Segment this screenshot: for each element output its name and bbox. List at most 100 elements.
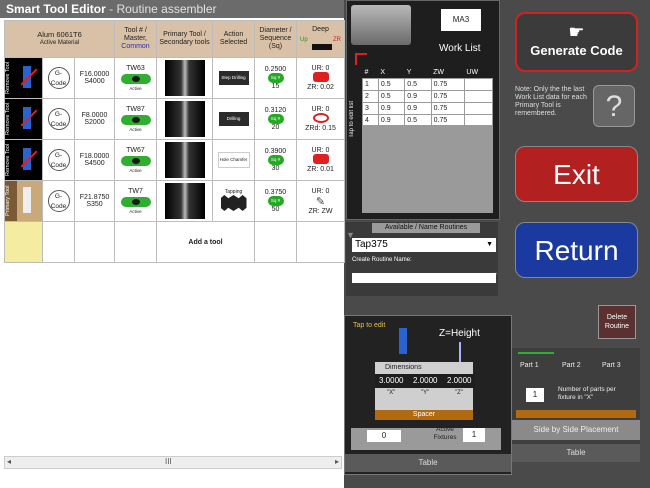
gcode-button[interactable]: G-Code bbox=[47, 149, 70, 171]
side-cell[interactable]: Remove Tool bbox=[4, 98, 43, 140]
active-toggle[interactable] bbox=[120, 74, 151, 84]
remove-tool-icon[interactable]: Remove Tool bbox=[5, 58, 42, 98]
remove-tool-icon[interactable]: Remove Tool bbox=[5, 140, 42, 180]
add-tool-button[interactable]: Add a tool bbox=[156, 221, 255, 263]
side-cell[interactable]: Remove Tool bbox=[4, 57, 43, 99]
diameter-cell[interactable]: 0.2500 Sq #15 bbox=[254, 57, 297, 99]
generate-code-button[interactable]: ☛ Generate Code bbox=[515, 12, 638, 72]
z-height-label: Z=Height bbox=[439, 328, 480, 339]
deep-cell[interactable]: UR: 0 ZR: 0.01 bbox=[296, 139, 345, 181]
action-badge[interactable]: Hole Chamfer bbox=[217, 152, 250, 168]
active-toggle[interactable] bbox=[120, 115, 151, 125]
diameter-value: 0.3120 bbox=[264, 107, 287, 114]
dim-z-value[interactable]: 2.0000 bbox=[447, 376, 471, 385]
primary-tool-cell[interactable] bbox=[156, 180, 213, 222]
empty-cell bbox=[74, 221, 115, 263]
material-cell[interactable]: Alum 6061T6 Active Material bbox=[4, 20, 115, 58]
diameter-cell[interactable]: 0.3750 Sq #50 bbox=[254, 180, 297, 222]
return-button[interactable]: Return bbox=[515, 222, 638, 278]
gcode-cell[interactable]: G-Code bbox=[42, 180, 75, 222]
side-cell[interactable]: Primary Tool bbox=[4, 180, 43, 222]
part-3-label: Part 3 bbox=[602, 362, 621, 369]
work-list-table[interactable]: # X Y ZW UW 1 0.5 0.5 0.75 2 0.5 0.9 0.75 3 0.9… bbox=[362, 67, 494, 127]
remove-tool-icon[interactable]: Remove Tool bbox=[5, 99, 42, 139]
tool-number: TW67 bbox=[126, 147, 145, 154]
deep-cell[interactable]: UR: 0 ✎ ZR: ZW bbox=[296, 180, 345, 222]
routine-select[interactable]: Tap375 ▼ bbox=[352, 238, 496, 252]
gcode-cell[interactable]: G-Code bbox=[42, 57, 75, 99]
action-badge[interactable]: Step Drilling bbox=[218, 71, 249, 85]
sequence-badge[interactable]: Sq # bbox=[267, 73, 284, 83]
tool-row-2[interactable]: Remove Tool G-Code F8.0000 S2000 TW87 Acti… bbox=[4, 98, 345, 140]
diameter-cell[interactable]: 0.3900 Sq #30 bbox=[254, 139, 297, 181]
tool-number-cell[interactable]: TW67 Active bbox=[114, 139, 157, 181]
sequence-badge[interactable]: Sq # bbox=[267, 114, 284, 124]
routine-panel: Available / Name Routines ▼ ▼ Tap375 ▼ C… bbox=[346, 222, 499, 296]
scroll-thumb[interactable]: III bbox=[165, 457, 172, 466]
delete-routine-button[interactable]: Delete Routine bbox=[598, 305, 636, 339]
exit-button[interactable]: Exit bbox=[515, 146, 638, 202]
side-label: Remove Tool bbox=[5, 144, 12, 176]
tool-number-cell[interactable]: TW7 Active bbox=[114, 180, 157, 222]
spacer-value-input[interactable]: 0 bbox=[367, 430, 401, 442]
placement-panel[interactable]: Part 1 Part 2 Part 3 1 Number of parts p… bbox=[512, 348, 640, 462]
side-by-side-label: Side by Side Placement bbox=[512, 420, 640, 440]
tool-number: TW87 bbox=[126, 106, 145, 113]
scroll-left-icon[interactable]: ◂ bbox=[7, 457, 11, 466]
gcode-button[interactable]: G-Code bbox=[47, 190, 70, 212]
diameter-value: 0.3900 bbox=[264, 148, 287, 155]
gcode-cell[interactable]: G-Code bbox=[42, 139, 75, 181]
deep-zr-label: ZR bbox=[333, 37, 341, 43]
work-list-row[interactable]: 2 0.5 0.9 0.75 bbox=[362, 90, 494, 103]
deep-up-label: Up bbox=[300, 37, 308, 43]
diameter-cell[interactable]: 0.3120 Sq #20 bbox=[254, 98, 297, 140]
tool-table: Alum 6061T6 Active Material Tool # / Mas… bbox=[4, 20, 345, 263]
tool-number-cell[interactable]: TW63 Active bbox=[114, 57, 157, 99]
work-list-row[interactable]: 1 0.5 0.5 0.75 bbox=[362, 78, 494, 91]
gcode-cell[interactable]: G-Code bbox=[42, 98, 75, 140]
dim-x-value[interactable]: 3.0000 bbox=[379, 376, 403, 385]
horizontal-scrollbar[interactable]: ◂ III ▸ bbox=[4, 456, 342, 469]
active-fixtures-input[interactable]: 1 bbox=[463, 428, 485, 442]
work-list-panel[interactable]: MA3 Work List Tap to edit list # X Y ZW … bbox=[346, 0, 500, 220]
speed-value: S4000 bbox=[84, 78, 105, 85]
help-button[interactable]: ? bbox=[593, 85, 635, 127]
deep-cell[interactable]: UR: 0 ZRd: 0.15 bbox=[296, 98, 345, 140]
add-tool-row[interactable]: Add a tool bbox=[4, 221, 345, 263]
primary-tool-cell[interactable] bbox=[156, 139, 213, 181]
gcode-button[interactable]: G-Code bbox=[47, 67, 70, 89]
tool-number-cell[interactable]: TW87 Active bbox=[114, 98, 157, 140]
action-badge[interactable]: Drilling bbox=[218, 112, 249, 126]
tool-row-3[interactable]: Remove Tool G-Code F18.0000 S4500 TW67 Act… bbox=[4, 139, 345, 181]
active-toggle[interactable] bbox=[120, 156, 151, 166]
action-cell[interactable]: Hole Chamfer bbox=[212, 139, 255, 181]
parts-count-input[interactable]: 1 bbox=[526, 388, 544, 402]
action-cell[interactable]: Step Drilling bbox=[212, 57, 255, 99]
sequence-badge[interactable]: Sq # bbox=[267, 155, 284, 165]
action-cell[interactable]: Tapping bbox=[212, 180, 255, 222]
tool-row-1[interactable]: Remove Tool G-Code F16.0000 S4000 TW63 Act… bbox=[4, 57, 345, 99]
side-cell[interactable]: Remove Tool bbox=[4, 139, 43, 181]
primary-tool-cell[interactable] bbox=[156, 98, 213, 140]
empty-side-cell[interactable] bbox=[4, 221, 43, 263]
tap-to-edit-label[interactable]: Tap to edit bbox=[353, 322, 385, 329]
dimension-values[interactable]: 3.0000 2.0000 2.0000 bbox=[375, 374, 475, 388]
tap-thread-icon[interactable] bbox=[220, 195, 247, 211]
primary-tool-cell[interactable] bbox=[156, 57, 213, 99]
routine-name-input[interactable] bbox=[352, 272, 496, 283]
fixture-setup-panel[interactable]: Tap to edit Z=Height Dimensions 3.0000 2… bbox=[344, 315, 512, 475]
deep-cell[interactable]: UR: 0 ZR: 0.02 bbox=[296, 57, 345, 99]
gcode-button[interactable]: G-Code bbox=[47, 108, 70, 130]
scroll-right-icon[interactable]: ▸ bbox=[335, 457, 339, 466]
active-toggle[interactable] bbox=[120, 197, 151, 207]
primary-tool-icon[interactable]: Primary Tool bbox=[5, 181, 42, 221]
spacer-bar[interactable]: Spacer bbox=[375, 410, 473, 420]
tap-to-edit-list[interactable]: Tap to edit list bbox=[349, 101, 355, 138]
dim-y-value[interactable]: 2.0000 bbox=[413, 376, 437, 385]
sequence-badge[interactable]: Sq # bbox=[267, 196, 284, 206]
action-cell[interactable]: Drilling bbox=[212, 98, 255, 140]
placement-spacer-bar bbox=[516, 410, 636, 418]
tool-row-4[interactable]: Primary Tool G-Code F21.8750 S350 TW7 Acti… bbox=[4, 180, 345, 222]
work-list-row[interactable]: 3 0.9 0.9 0.75 bbox=[362, 102, 494, 115]
machine-label: MA3 bbox=[441, 9, 481, 31]
